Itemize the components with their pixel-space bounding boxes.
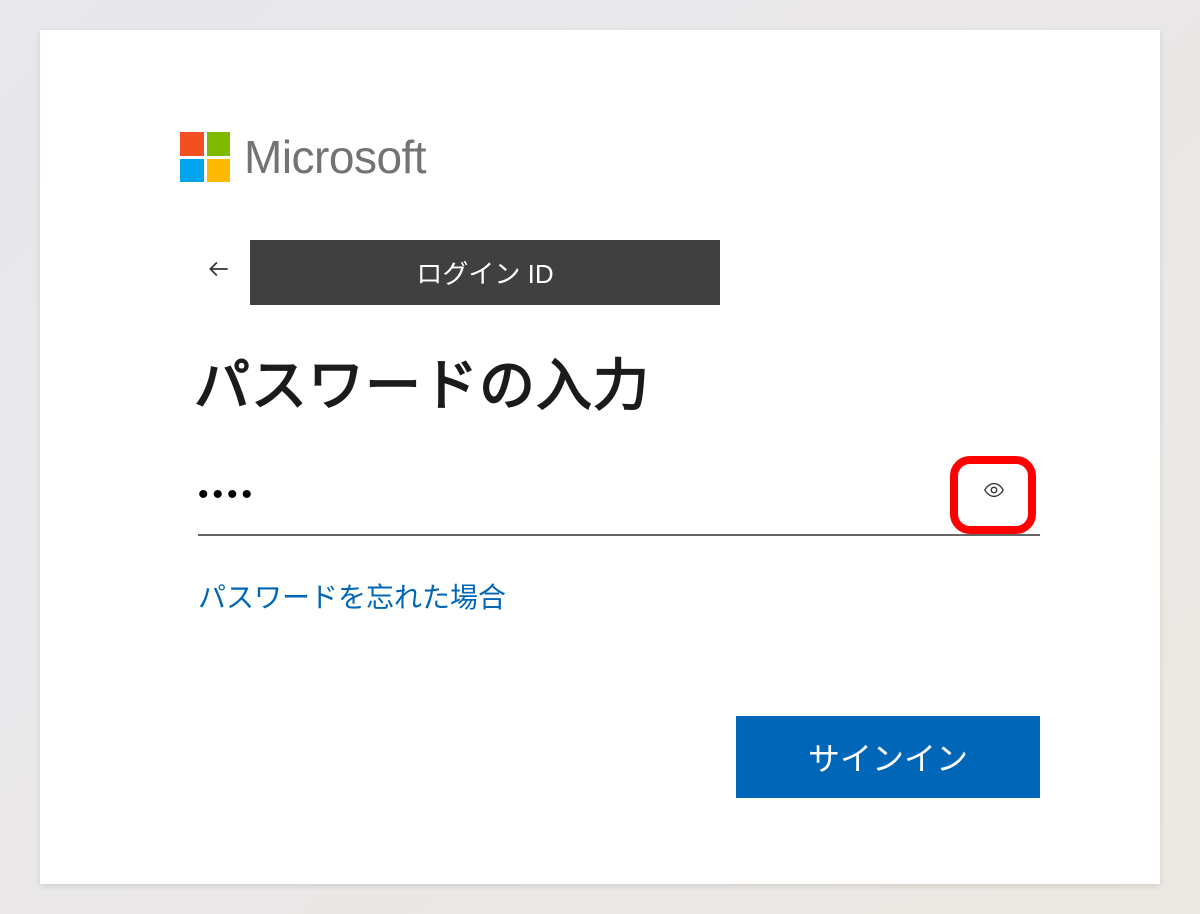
identity-row: ログイン ID — [198, 240, 1060, 305]
reveal-password-button[interactable] — [976, 474, 1012, 510]
signin-card: Microsoft ログイン ID パスワードの入力 パスワードを忘れた場合 サ… — [40, 30, 1160, 884]
back-button[interactable] — [198, 252, 240, 293]
password-row — [198, 468, 1040, 536]
brand-row: Microsoft — [180, 130, 1060, 184]
button-row: サインイン — [140, 716, 1040, 798]
page-title: パスワードの入力 — [194, 341, 1060, 422]
microsoft-logo-icon — [180, 132, 230, 182]
password-input[interactable] — [198, 468, 976, 516]
signin-button[interactable]: サインイン — [736, 716, 1040, 798]
eye-icon — [983, 479, 1005, 506]
brand-name: Microsoft — [244, 130, 426, 184]
forgot-password-link[interactable]: パスワードを忘れた場合 — [198, 582, 506, 613]
identity-label: ログイン ID — [250, 240, 720, 305]
